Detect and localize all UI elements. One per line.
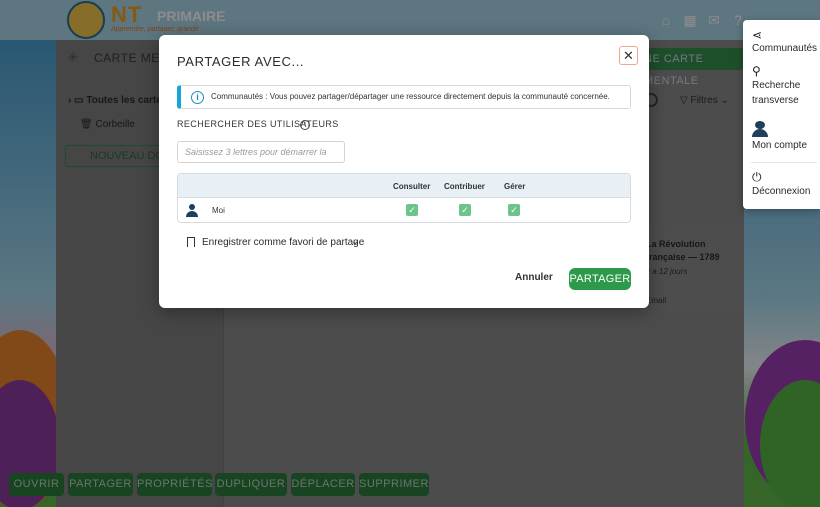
info-icon: i bbox=[191, 91, 204, 104]
info-alert: i Communautés : Vous pouvez partager/dép… bbox=[177, 85, 631, 109]
power-icon: ⏻ bbox=[752, 170, 762, 184]
user-search-input[interactable] bbox=[177, 141, 345, 163]
help-info-icon[interactable]: i bbox=[300, 120, 310, 130]
share-table: Consulter Contribuer Gérer Moi ✓ ✓ ✓ bbox=[177, 173, 631, 223]
checkbox-gerer[interactable]: ✓ bbox=[508, 204, 520, 216]
column-contribuer: Contribuer bbox=[444, 182, 485, 191]
search-icon: ⚲ bbox=[752, 64, 761, 78]
user-avatar-icon bbox=[186, 204, 198, 217]
chevron-down-icon[interactable]: ⌄ bbox=[351, 236, 359, 247]
menu-divider bbox=[751, 162, 817, 163]
bookmark-icon bbox=[187, 237, 195, 247]
info-text: Communautés : Vous pouvez partager/dépar… bbox=[211, 92, 610, 101]
share-nodes-icon: ⋖ bbox=[752, 28, 763, 42]
share-modal: PARTAGER AVEC... ✕ i Communautés : Vous … bbox=[159, 35, 649, 308]
column-gerer: Gérer bbox=[504, 182, 526, 191]
checkbox-contribuer[interactable]: ✓ bbox=[459, 204, 471, 216]
menu-communities[interactable]: Communautés bbox=[752, 42, 817, 56]
menu-search-line2[interactable]: transverse bbox=[752, 94, 799, 108]
close-icon: ✕ bbox=[623, 47, 634, 63]
table-header: Consulter Contribuer Gérer bbox=[178, 174, 630, 198]
cancel-button[interactable]: Annuler bbox=[515, 272, 553, 283]
menu-search-line1[interactable]: Recherche bbox=[752, 79, 800, 93]
share-button[interactable]: PARTAGER bbox=[569, 268, 631, 290]
menu-account[interactable]: Mon compte bbox=[752, 139, 807, 153]
save-favorite-toggle[interactable]: Enregistrer comme favori de partage bbox=[202, 237, 364, 248]
column-consulter: Consulter bbox=[393, 182, 431, 191]
search-users-label: RECHERCHER DES UTILISATEURS bbox=[177, 119, 339, 129]
menu-logout[interactable]: Déconnexion bbox=[752, 185, 810, 199]
user-side-menu: ⋖ Communautés ⚲ Recherche transverse Mon… bbox=[743, 20, 820, 209]
table-row: Moi ✓ ✓ ✓ bbox=[178, 198, 630, 222]
close-button[interactable]: ✕ bbox=[619, 46, 638, 65]
modal-title: PARTAGER AVEC... bbox=[177, 54, 305, 69]
checkbox-consulter[interactable]: ✓ bbox=[406, 204, 418, 216]
user-name: Moi bbox=[212, 206, 225, 215]
